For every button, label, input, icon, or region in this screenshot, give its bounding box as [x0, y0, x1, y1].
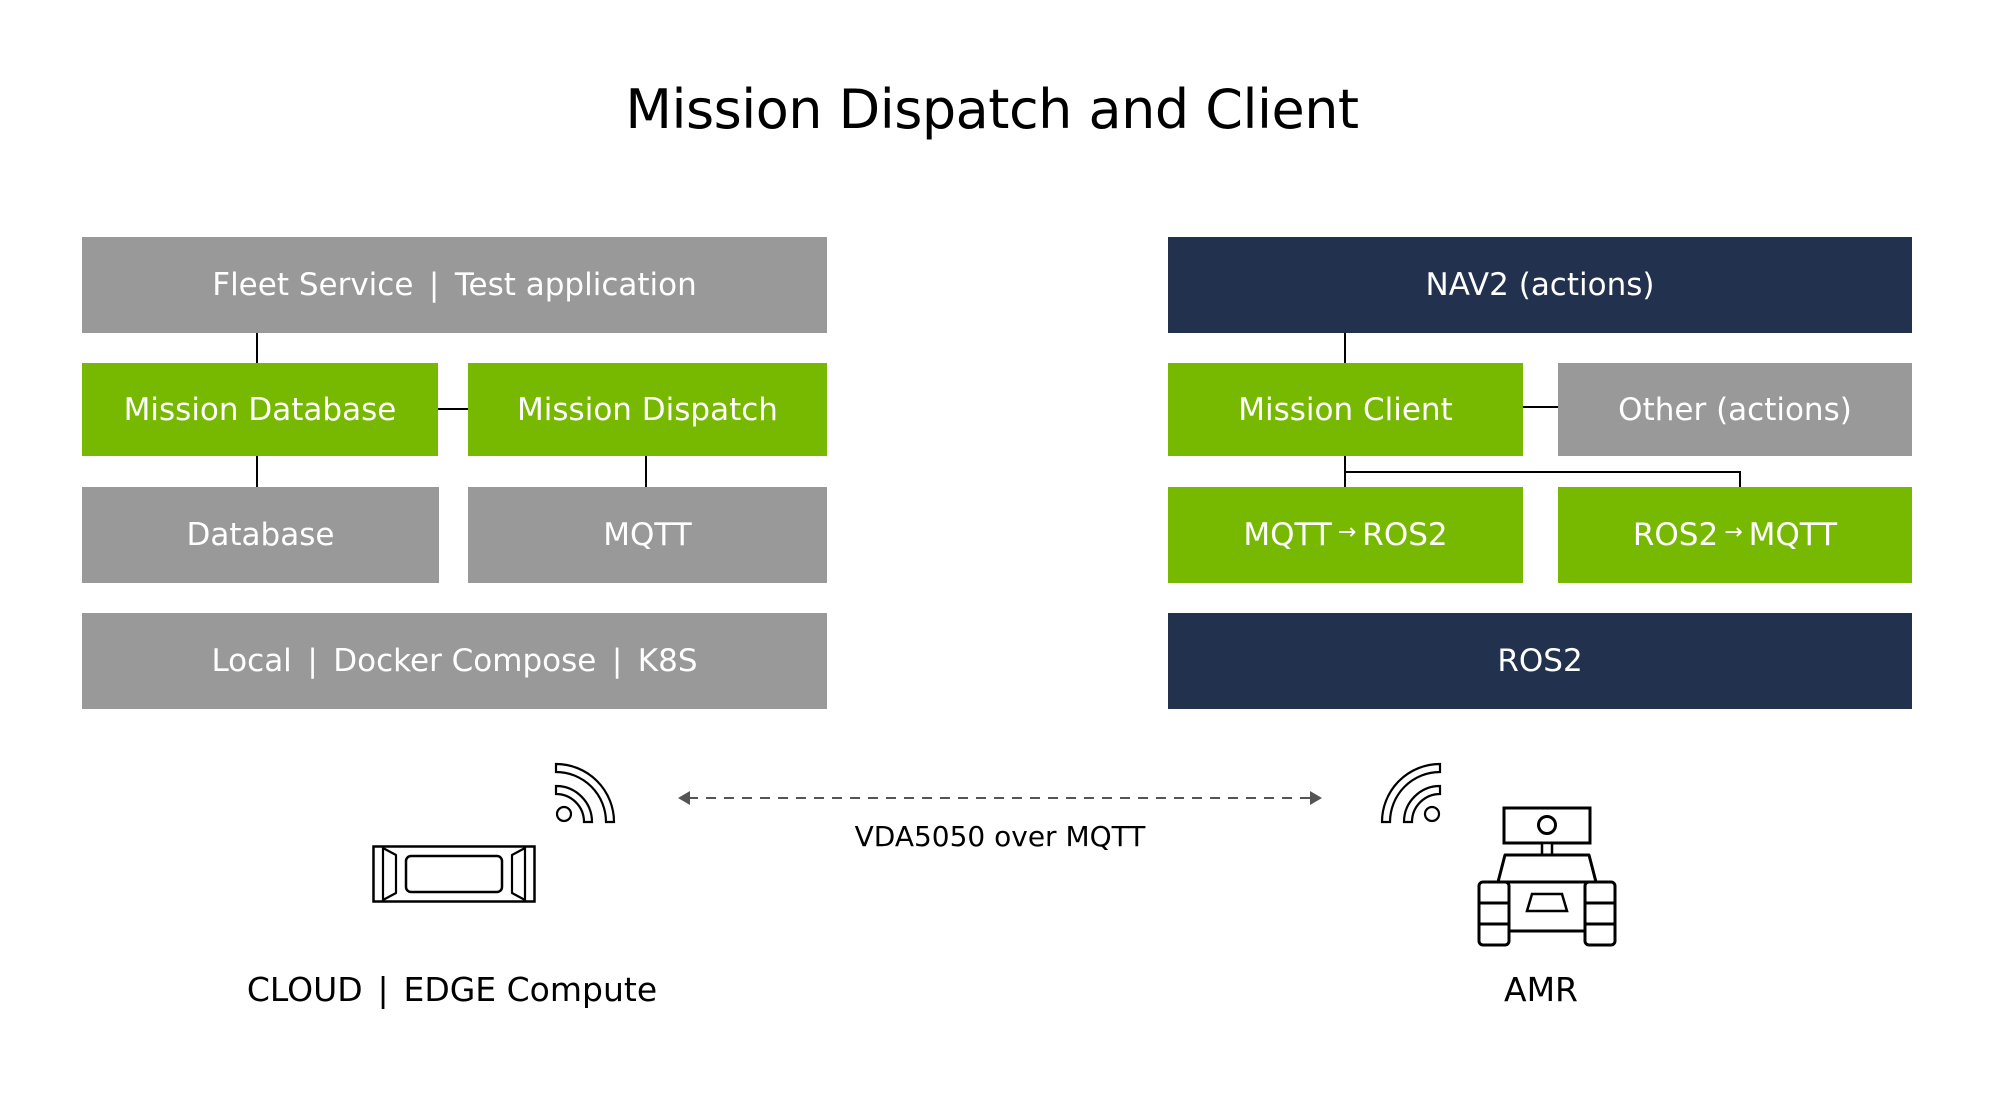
connector-client-to-other: [1523, 406, 1558, 408]
connector-bus-to-ros2-mqtt: [1739, 471, 1741, 487]
deployment-box: Local | Docker Compose | K8S: [82, 613, 827, 709]
amr-label: AMR: [1504, 970, 1578, 1009]
other-label: Other: [1618, 391, 1707, 428]
connector-mission-db-to-db: [256, 456, 258, 487]
right-arrowhead-icon: [1310, 791, 1322, 805]
edge-compute-device-icon: [372, 845, 536, 903]
connector-bus: [1344, 471, 1741, 473]
mqtt-to-label: MQTT: [1748, 517, 1838, 553]
connector-nav2-to-client: [1344, 333, 1346, 363]
robot-icon: [1477, 806, 1617, 947]
mission-dispatch-label: Mission Dispatch: [517, 391, 778, 428]
mission-dispatch-box: Mission Dispatch: [468, 363, 827, 456]
connector-fleet-to-database: [256, 333, 258, 363]
bidirectional-dashed-arrow: [678, 791, 1322, 805]
mqtt-from-label: MQTT: [1243, 517, 1332, 553]
mission-client-label: Mission Client: [1238, 391, 1453, 428]
fleet-service-box: Fleet Service | Test application: [82, 237, 827, 333]
edge-compute-label: EDGE Compute: [403, 970, 658, 1009]
right-arrow-icon: →: [1337, 519, 1357, 545]
nav2-label: NAV2: [1425, 267, 1509, 303]
nav2-actions-label: (actions): [1518, 267, 1655, 303]
docker-compose-label: Docker Compose: [333, 643, 597, 679]
connector-database-to-dispatch: [438, 408, 468, 410]
fleet-service-label: Fleet Service: [212, 267, 414, 303]
database-label: Database: [186, 517, 335, 553]
mqtt-label: MQTT: [603, 517, 692, 553]
protocol-label: VDA5050 over MQTT: [854, 820, 1146, 853]
wireless-signal-icon: [1380, 762, 1442, 824]
database-box: Database: [82, 487, 439, 583]
ros2-to-label: ROS2: [1362, 517, 1448, 553]
separator: |: [611, 643, 623, 679]
right-arrow-icon: →: [1724, 519, 1743, 545]
other-actions-label: (actions): [1716, 391, 1852, 428]
separator: |: [377, 970, 389, 1009]
other-actions-box: Other (actions): [1558, 363, 1912, 456]
local-label: Local: [211, 643, 292, 679]
diagram-title: Mission Dispatch and Client: [625, 78, 1359, 141]
mqtt-box: MQTT: [468, 487, 827, 583]
cloud-edge-label: CLOUD | EDGE Compute: [152, 970, 752, 1009]
separator: |: [307, 643, 318, 679]
ros2-box: ROS2: [1168, 613, 1912, 709]
left-arrowhead-icon: [678, 791, 690, 805]
mission-database-box: Mission Database: [82, 363, 438, 456]
ros2-to-mqtt-box: ROS2 → MQTT: [1558, 487, 1912, 583]
separator: |: [428, 267, 440, 303]
ros2-from-label: ROS2: [1632, 517, 1719, 553]
mission-database-label: Mission Database: [123, 391, 397, 428]
ros2-label: ROS2: [1497, 643, 1583, 679]
connector-dispatch-to-mqtt: [645, 456, 647, 487]
wireless-signal-icon: [554, 762, 616, 824]
mqtt-to-ros2-box: MQTT → ROS2: [1168, 487, 1523, 583]
cloud-label: CLOUD: [246, 970, 363, 1009]
k8s-label: K8S: [637, 643, 698, 679]
nav2-box: NAV2 (actions): [1168, 237, 1912, 333]
mission-client-box: Mission Client: [1168, 363, 1523, 456]
test-application-label: Test application: [454, 267, 697, 303]
